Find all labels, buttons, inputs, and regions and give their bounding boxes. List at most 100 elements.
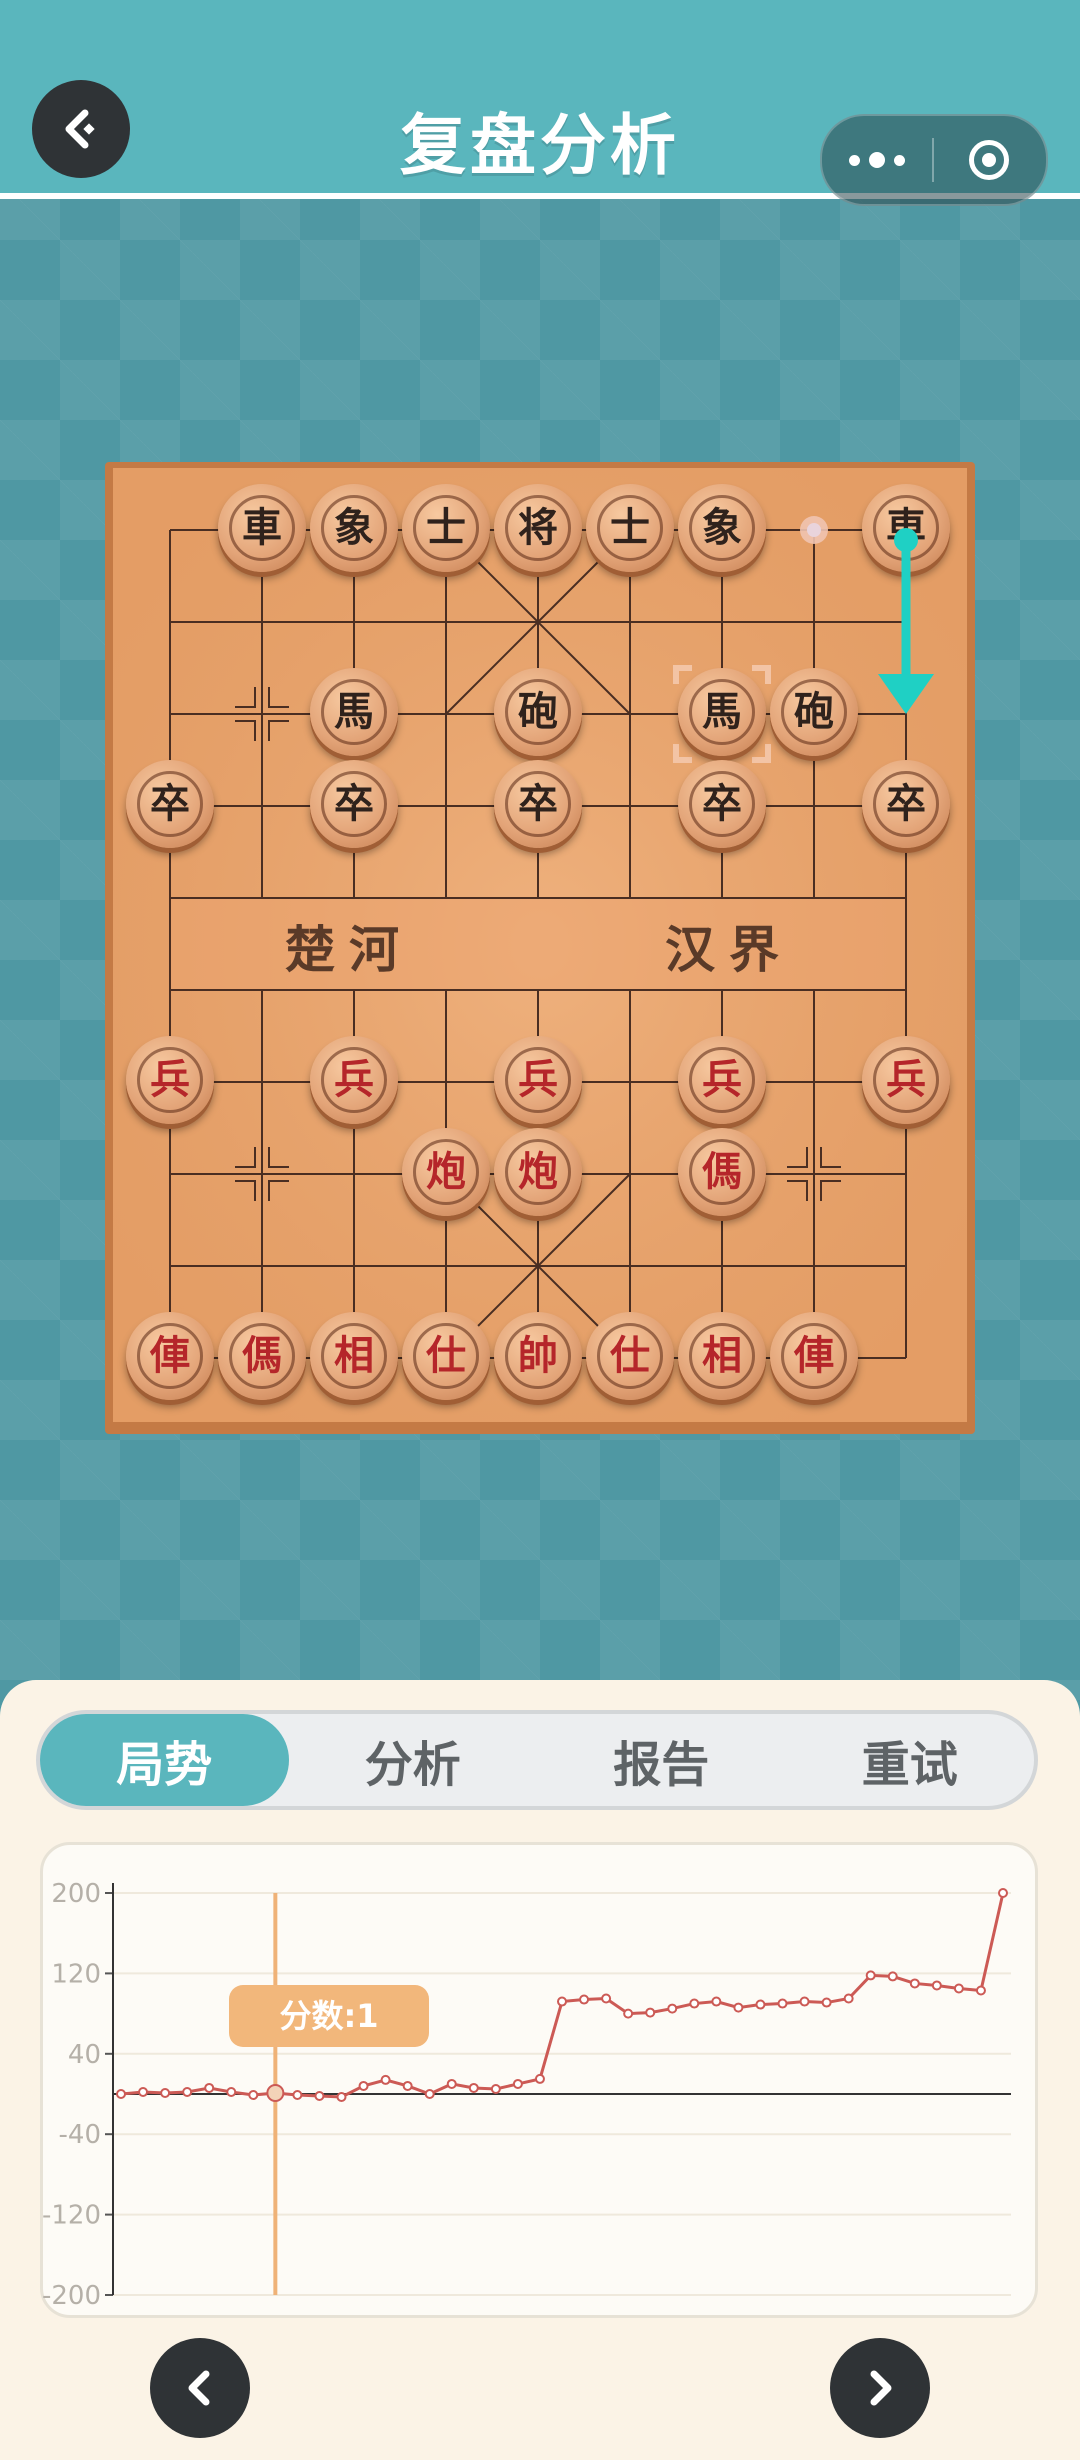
piece-label: 兵: [321, 1047, 387, 1113]
black-piece[interactable]: 士: [586, 484, 674, 572]
data-point: [116, 2089, 126, 2099]
piece-label: 車: [873, 495, 939, 561]
analysis-tabs: 局势 分析 报告 重试: [36, 1710, 1038, 1810]
black-piece[interactable]: 卒: [310, 760, 398, 848]
red-piece[interactable]: 兵: [678, 1036, 766, 1124]
next-move-button[interactable]: [830, 2338, 930, 2438]
piece-label: 俥: [781, 1323, 847, 1389]
score-line-chart: 200 120 40 -40 -120 -200 分数:1: [42, 1879, 1011, 2311]
piece-label: 卒: [137, 771, 203, 837]
tab-situation[interactable]: 局势: [40, 1714, 289, 1806]
red-piece[interactable]: 仕: [402, 1312, 490, 1400]
piece-label: 車: [229, 495, 295, 561]
piece-label: 卒: [321, 771, 387, 837]
more-menu-button[interactable]: [822, 152, 932, 168]
piece-label: 傌: [689, 1139, 755, 1205]
piece-label: 炮: [413, 1139, 479, 1205]
data-point: [292, 2090, 303, 2101]
piece-label: 兵: [505, 1047, 571, 1113]
red-piece[interactable]: 相: [678, 1312, 766, 1400]
black-piece[interactable]: 士: [402, 484, 490, 572]
red-piece[interactable]: 帥: [494, 1312, 582, 1400]
red-piece[interactable]: 傌: [218, 1312, 306, 1400]
black-piece[interactable]: 砲: [494, 668, 582, 756]
data-point: [248, 2090, 259, 2101]
piece-label: 仕: [597, 1323, 663, 1389]
piece-label: 仕: [413, 1323, 479, 1389]
red-piece[interactable]: 炮: [494, 1128, 582, 1216]
black-piece[interactable]: 象: [678, 484, 766, 572]
red-piece[interactable]: 兵: [126, 1036, 214, 1124]
data-point: [226, 2086, 237, 2097]
piece-label: 兵: [689, 1047, 755, 1113]
chess-board[interactable]: 楚河 汉界 車象士将士象車馬砲馬砲卒卒卒卒卒兵兵兵兵兵炮炮傌俥傌相仕帥仕相俥: [105, 462, 975, 1434]
piece-label: 卒: [689, 771, 755, 837]
close-mini-program-button[interactable]: [934, 140, 1044, 180]
data-point: [777, 1998, 788, 2009]
black-piece[interactable]: 馬: [678, 668, 766, 756]
data-point: [182, 2086, 193, 2097]
data-point: [512, 2078, 523, 2089]
mini-program-capsule: [820, 114, 1048, 206]
data-point: [799, 1996, 810, 2007]
red-piece[interactable]: 兵: [310, 1036, 398, 1124]
tab-retry[interactable]: 重试: [786, 1714, 1035, 1806]
black-piece[interactable]: 車: [218, 484, 306, 572]
black-piece[interactable]: 将: [494, 484, 582, 572]
data-point: [623, 2008, 634, 2019]
data-point: [953, 1983, 964, 1994]
black-piece[interactable]: 卒: [862, 760, 950, 848]
piece-label: 相: [689, 1323, 755, 1389]
black-piece[interactable]: 卒: [494, 760, 582, 848]
score-chart-card[interactable]: 200 120 40 -40 -120 -200 分数:1: [40, 1842, 1038, 2318]
black-piece[interactable]: 砲: [770, 668, 858, 756]
y-tick-label: 200: [51, 1879, 101, 1909]
target-circle-icon: [969, 140, 1009, 180]
more-dot-icon: [849, 154, 860, 166]
data-point: [424, 2089, 435, 2099]
y-tick-label: 40: [68, 2040, 101, 2070]
data-point: [402, 2080, 413, 2091]
piece-label: 士: [413, 495, 479, 561]
red-piece[interactable]: 兵: [862, 1036, 950, 1124]
y-tick-label: -120: [43, 2201, 101, 2231]
data-point: [998, 1888, 1008, 1898]
red-piece[interactable]: 俥: [770, 1312, 858, 1400]
data-point: [534, 2073, 545, 2084]
chevron-right-icon: [870, 2370, 892, 2406]
red-piece[interactable]: 相: [310, 1312, 398, 1400]
red-piece[interactable]: 俥: [126, 1312, 214, 1400]
piece-label: 傌: [229, 1323, 295, 1389]
black-piece[interactable]: 卒: [126, 760, 214, 848]
river-label-left: 楚河: [285, 920, 413, 979]
river-label-right: 汉界: [665, 920, 793, 979]
data-point: [446, 2078, 457, 2089]
red-piece[interactable]: 仕: [586, 1312, 674, 1400]
red-piece[interactable]: 兵: [494, 1036, 582, 1124]
black-piece[interactable]: 車: [862, 484, 950, 572]
piece-label: 将: [505, 495, 571, 561]
cursor-point: [266, 2083, 285, 2102]
data-point: [865, 1970, 876, 1981]
data-point: [490, 2083, 501, 2094]
black-piece[interactable]: 馬: [310, 668, 398, 756]
data-point: [733, 2002, 744, 2013]
tab-analysis[interactable]: 分析: [289, 1714, 538, 1806]
river-band: [171, 899, 905, 989]
piece-label: 帥: [505, 1323, 571, 1389]
piece-label: 砲: [505, 679, 571, 745]
piece-label: 象: [689, 495, 755, 561]
red-piece[interactable]: 傌: [678, 1128, 766, 1216]
red-piece[interactable]: 炮: [402, 1128, 490, 1216]
data-point: [314, 2091, 325, 2102]
more-dot-icon: [869, 152, 885, 168]
previous-move-button[interactable]: [150, 2338, 250, 2438]
data-point: [645, 2007, 656, 2018]
data-point: [755, 1999, 766, 2010]
piece-label: 兵: [137, 1047, 203, 1113]
black-piece[interactable]: 象: [310, 484, 398, 572]
piece-label: 俥: [137, 1323, 203, 1389]
tab-report[interactable]: 报告: [537, 1714, 786, 1806]
black-piece[interactable]: 卒: [678, 760, 766, 848]
data-point: [557, 1996, 567, 2007]
